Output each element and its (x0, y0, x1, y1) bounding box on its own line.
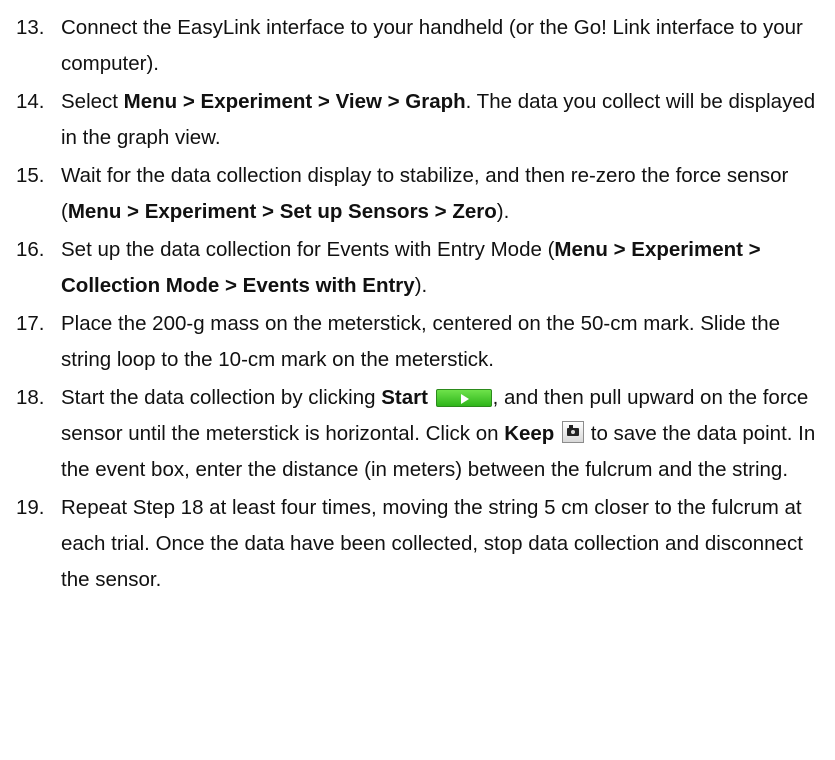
keep-button[interactable] (562, 421, 585, 443)
step-17: 17. Place the 200-g mass on the metersti… (0, 306, 835, 378)
step-15: 15. Wait for the data collection display… (0, 158, 835, 230)
step-19: 19. Repeat Step 18 at least four times, … (0, 490, 835, 598)
step-text: ). (496, 200, 510, 223)
step-text: Repeat Step 18 at least four times, movi… (61, 496, 803, 591)
instruction-page: 13. Connect the EasyLink interface to yo… (0, 0, 835, 760)
step-14: 14. Select Menu > Experiment > View > Gr… (0, 84, 835, 156)
step-number: 18. (16, 386, 45, 409)
step-text: Connect the EasyLink interface to your h… (61, 16, 803, 75)
step-number: 19. (16, 496, 45, 519)
step-text: Select (61, 90, 124, 113)
play-icon (460, 394, 469, 404)
step-18: 18. Start the data collection by clickin… (0, 380, 835, 488)
keep-label: Keep (504, 422, 555, 445)
step-text: Set up the data collection for Events wi… (61, 238, 555, 261)
step-text: Place the 200-g mass on the meterstick, … (61, 312, 780, 371)
start-button[interactable] (435, 389, 492, 407)
step-number: 13. (16, 16, 45, 39)
step-text: Start the data collection by clicking (61, 386, 382, 409)
menu-path: Menu > Experiment > Set up Sensors > Zer… (67, 200, 497, 223)
step-13: 13. Connect the EasyLink interface to yo… (0, 10, 835, 82)
menu-path: Menu > Experiment > View > Graph (123, 90, 466, 113)
step-16: 16. Set up the data collection for Event… (0, 232, 835, 304)
step-number: 15. (16, 164, 45, 187)
step-text: ). (414, 274, 428, 297)
step-number: 14. (16, 90, 45, 113)
step-number: 17. (16, 312, 45, 335)
camera-icon (567, 425, 580, 436)
step-number: 16. (16, 238, 45, 261)
start-label: Start (381, 386, 428, 409)
